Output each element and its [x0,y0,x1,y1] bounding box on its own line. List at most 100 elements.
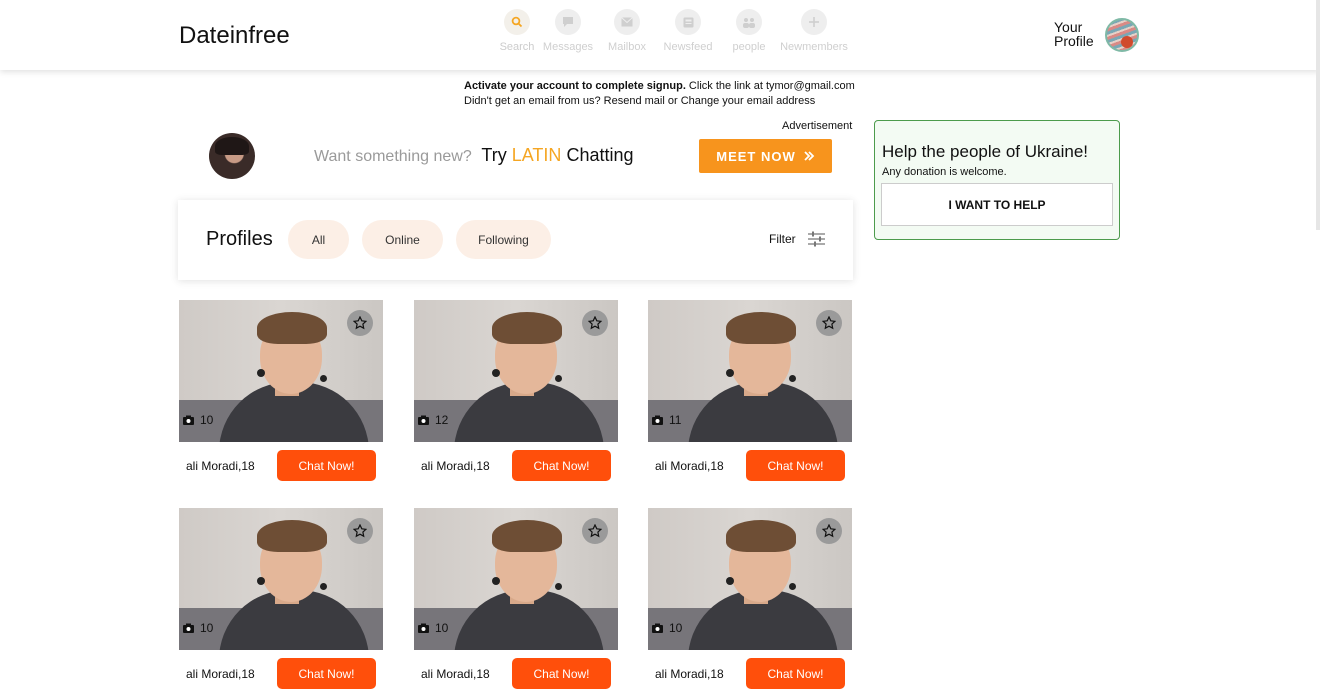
donation-title: Help the people of Ukraine! [882,142,1089,161]
ad-text-end: Chatting [566,145,634,165]
star-icon [353,524,367,538]
nav-messages-label: Messages [542,41,594,53]
favorite-star-button[interactable] [347,310,373,336]
newspaper-icon [675,9,701,35]
profile-name[interactable]: ali Moradi,18 [655,667,724,681]
avatar[interactable] [1105,18,1139,52]
profile-photo[interactable]: 10 [414,508,618,650]
envelope-icon [614,9,640,35]
profiles-title: Profiles [206,228,273,250]
star-icon [588,316,602,330]
nav-newsfeed[interactable]: Newsfeed [655,9,721,53]
photo-count: 11 [652,413,681,427]
profile-info: ali Moradi,18 Chat Now! [179,442,383,492]
nav-mailbox[interactable]: Mailbox [599,9,655,53]
chat-now-button[interactable]: Chat Now! [277,658,376,689]
nav-mailbox-label: Mailbox [608,41,646,53]
photo-count: 10 [183,621,213,635]
ad-text-accent: LATIN [511,145,562,165]
tab-all[interactable]: All [288,220,349,259]
camera-icon [652,415,663,425]
activation-notice: Activate your account to complete signup… [464,79,855,109]
profile-card: 10 ali Moradi,18 Chat Now! [414,508,618,700]
profile-info: ali Moradi,18 Chat Now! [414,650,618,700]
photo-count: 10 [183,413,213,427]
photo-count-value: 12 [435,413,449,427]
star-icon [822,316,836,330]
nav-people[interactable]: people [721,9,777,53]
profile-name[interactable]: ali Moradi,18 [655,459,724,473]
i-want-to-help-button[interactable]: I WANT TO HELP [881,183,1113,226]
favorite-star-button[interactable] [582,518,608,544]
profile-name[interactable]: ali Moradi,18 [186,667,255,681]
profile-card: 12 ali Moradi,18 Chat Now! [414,300,618,492]
nav-newmembers-label: Newmembers [780,41,848,53]
chat-now-button[interactable]: Chat Now! [746,450,845,481]
chat-now-button[interactable]: Chat Now! [512,658,611,689]
search-icon [504,9,530,35]
nav-people-label: people [732,41,766,53]
plus-icon [801,9,827,35]
nav-search-label: Search [499,41,535,53]
advertisement-label: Advertisement [782,120,853,132]
profile-name[interactable]: ali Moradi,18 [186,459,255,473]
profile-card: 11 ali Moradi,18 Chat Now! [648,300,852,492]
nav-newsfeed-label: Newsfeed [663,41,713,53]
profile-name[interactable]: ali Moradi,18 [421,667,490,681]
notice-bold: Activate your account to complete signup… [464,80,686,92]
profile-photo[interactable]: 12 [414,300,618,442]
filter-button[interactable]: Filter [769,231,825,247]
favorite-star-button[interactable] [347,518,373,544]
profile-photo[interactable]: 10 [179,508,383,650]
nav-newmembers[interactable]: Newmembers [777,9,851,53]
profiles-toolbar: Profiles All Online Following Filter [178,200,853,280]
main-nav: Search Messages Mailbox Newsfeed people [497,9,851,53]
nav-search[interactable]: Search [497,9,537,53]
tab-online[interactable]: Online [362,220,443,259]
chat-now-button[interactable]: Chat Now! [277,450,376,481]
photo-count: 10 [652,621,682,635]
favorite-star-button[interactable] [816,310,842,336]
profile-card: 10 ali Moradi,18 Chat Now! [179,300,383,492]
profile-photo[interactable]: 10 [648,508,852,650]
donation-box: Help the people of Ukraine! Any donation… [874,120,1120,240]
photo-count: 12 [418,413,448,427]
ad-text: Want something new? Try LATIN Chatting [314,145,634,166]
notice-line2: Didn't get an email from us? Resend mail… [464,95,816,107]
photo-count-value: 10 [669,621,683,635]
chat-now-button[interactable]: Chat Now! [512,450,611,481]
chat-bubble-icon [555,9,581,35]
double-chevron-right-icon [804,151,815,161]
profile-info: ali Moradi,18 Chat Now! [648,650,852,700]
ad-text-try: Try [481,145,507,165]
photo-count-value: 11 [669,413,682,427]
star-icon [588,524,602,538]
meet-now-button[interactable]: MEET NOW [699,139,832,173]
profile-info: ali Moradi,18 Chat Now! [414,442,618,492]
profile-card: 10 ali Moradi,18 Chat Now! [179,508,383,700]
profile-name[interactable]: ali Moradi,18 [421,459,490,473]
photo-count-value: 10 [435,621,449,635]
meet-now-label: MEET NOW [716,148,796,164]
ad-avatar [209,133,255,179]
favorite-star-button[interactable] [816,518,842,544]
photo-count-value: 10 [200,413,214,427]
profile-info: ali Moradi,18 Chat Now! [648,442,852,492]
profile-photo[interactable]: 10 [179,300,383,442]
notice-line1: Click the link at tymor@gmail.com [685,80,855,92]
photo-count-value: 10 [200,621,214,635]
top-header: Dateinfree Search Messages Mailbox Newsf… [0,0,1320,70]
scrollbar[interactable] [1316,0,1320,230]
nav-messages[interactable]: Messages [537,9,599,53]
people-icon [736,9,762,35]
your-profile-link[interactable]: Your Profile [1054,20,1100,48]
filter-label: Filter [769,232,796,246]
photo-count: 10 [418,621,448,635]
star-icon [822,524,836,538]
favorite-star-button[interactable] [582,310,608,336]
chat-now-button[interactable]: Chat Now! [746,658,845,689]
profile-info: ali Moradi,18 Chat Now! [179,650,383,700]
tab-following[interactable]: Following [456,220,551,259]
site-logo[interactable]: Dateinfree [179,22,290,50]
profile-photo[interactable]: 11 [648,300,852,442]
